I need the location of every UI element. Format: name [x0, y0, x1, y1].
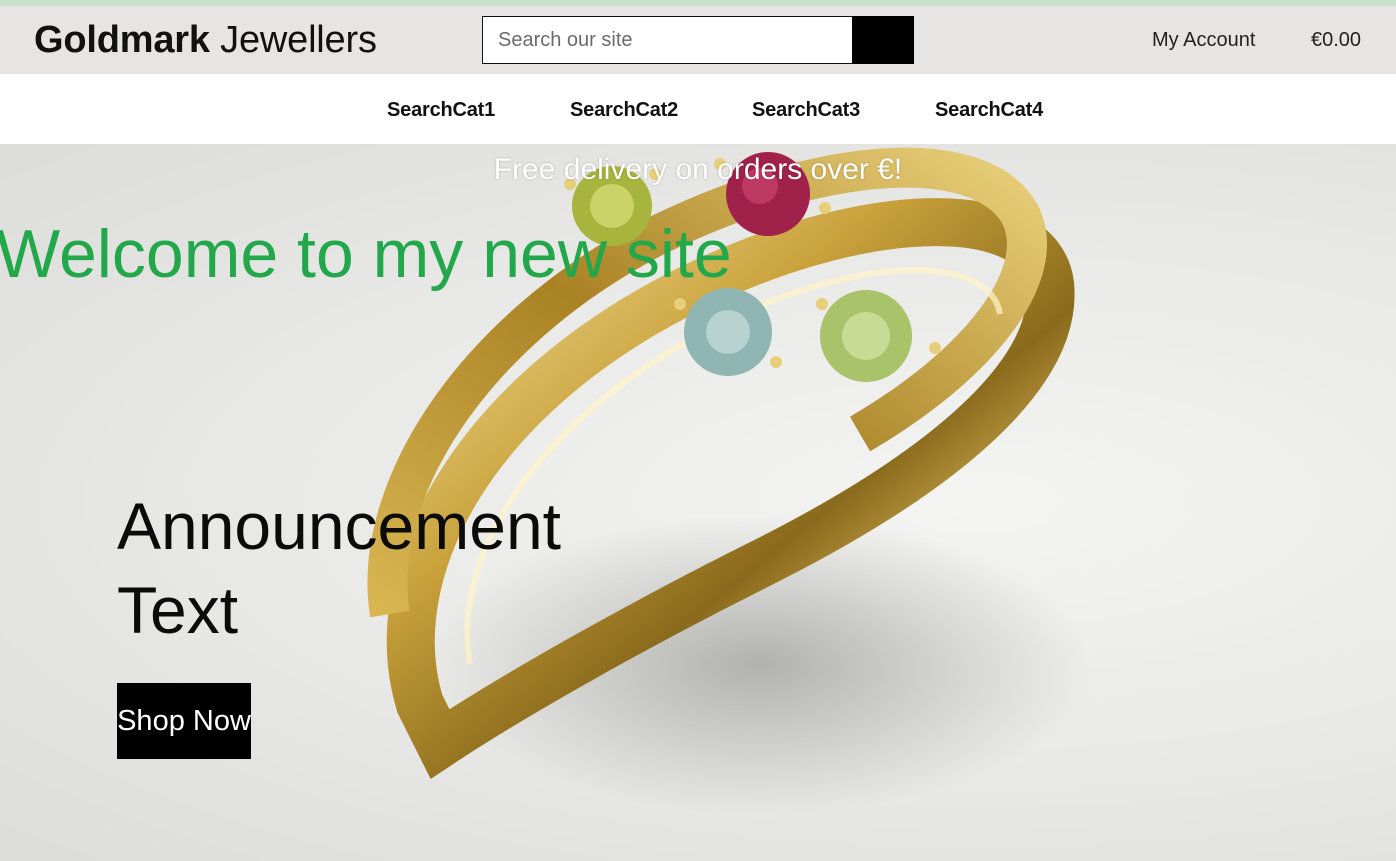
search-button[interactable] — [852, 16, 914, 64]
my-account-link[interactable]: My Account — [1152, 28, 1255, 52]
search-icon — [873, 30, 893, 50]
nav-item-searchcat2[interactable]: SearchCat2 — [570, 98, 678, 122]
search-input[interactable] — [482, 16, 852, 64]
logo-brand-name: Goldmark — [34, 19, 210, 61]
announcement-heading: Announcement Text — [117, 489, 561, 647]
site-logo[interactable]: Goldmark Jewellers — [34, 18, 377, 62]
search-form — [482, 16, 914, 64]
nav-item-searchcat1[interactable]: SearchCat1 — [387, 98, 495, 122]
category-nav: SearchCat1 SearchCat2 SearchCat3 SearchC… — [0, 74, 1396, 144]
hero-banner: Free delivery on orders over €! Welcome … — [0, 144, 1396, 861]
nav-item-searchcat3[interactable]: SearchCat3 — [752, 98, 860, 122]
welcome-heading: Welcome to my new site — [0, 216, 732, 292]
cart-total[interactable]: €0.00 — [1311, 28, 1361, 52]
free-delivery-banner: Free delivery on orders over €! — [493, 153, 903, 186]
site-header: Goldmark Jewellers My Account €0.00 — [0, 6, 1396, 74]
nav-item-searchcat4[interactable]: SearchCat4 — [935, 98, 1043, 122]
shop-now-button[interactable]: Shop Now — [117, 683, 251, 759]
logo-brand-suffix: Jewellers — [220, 19, 377, 61]
